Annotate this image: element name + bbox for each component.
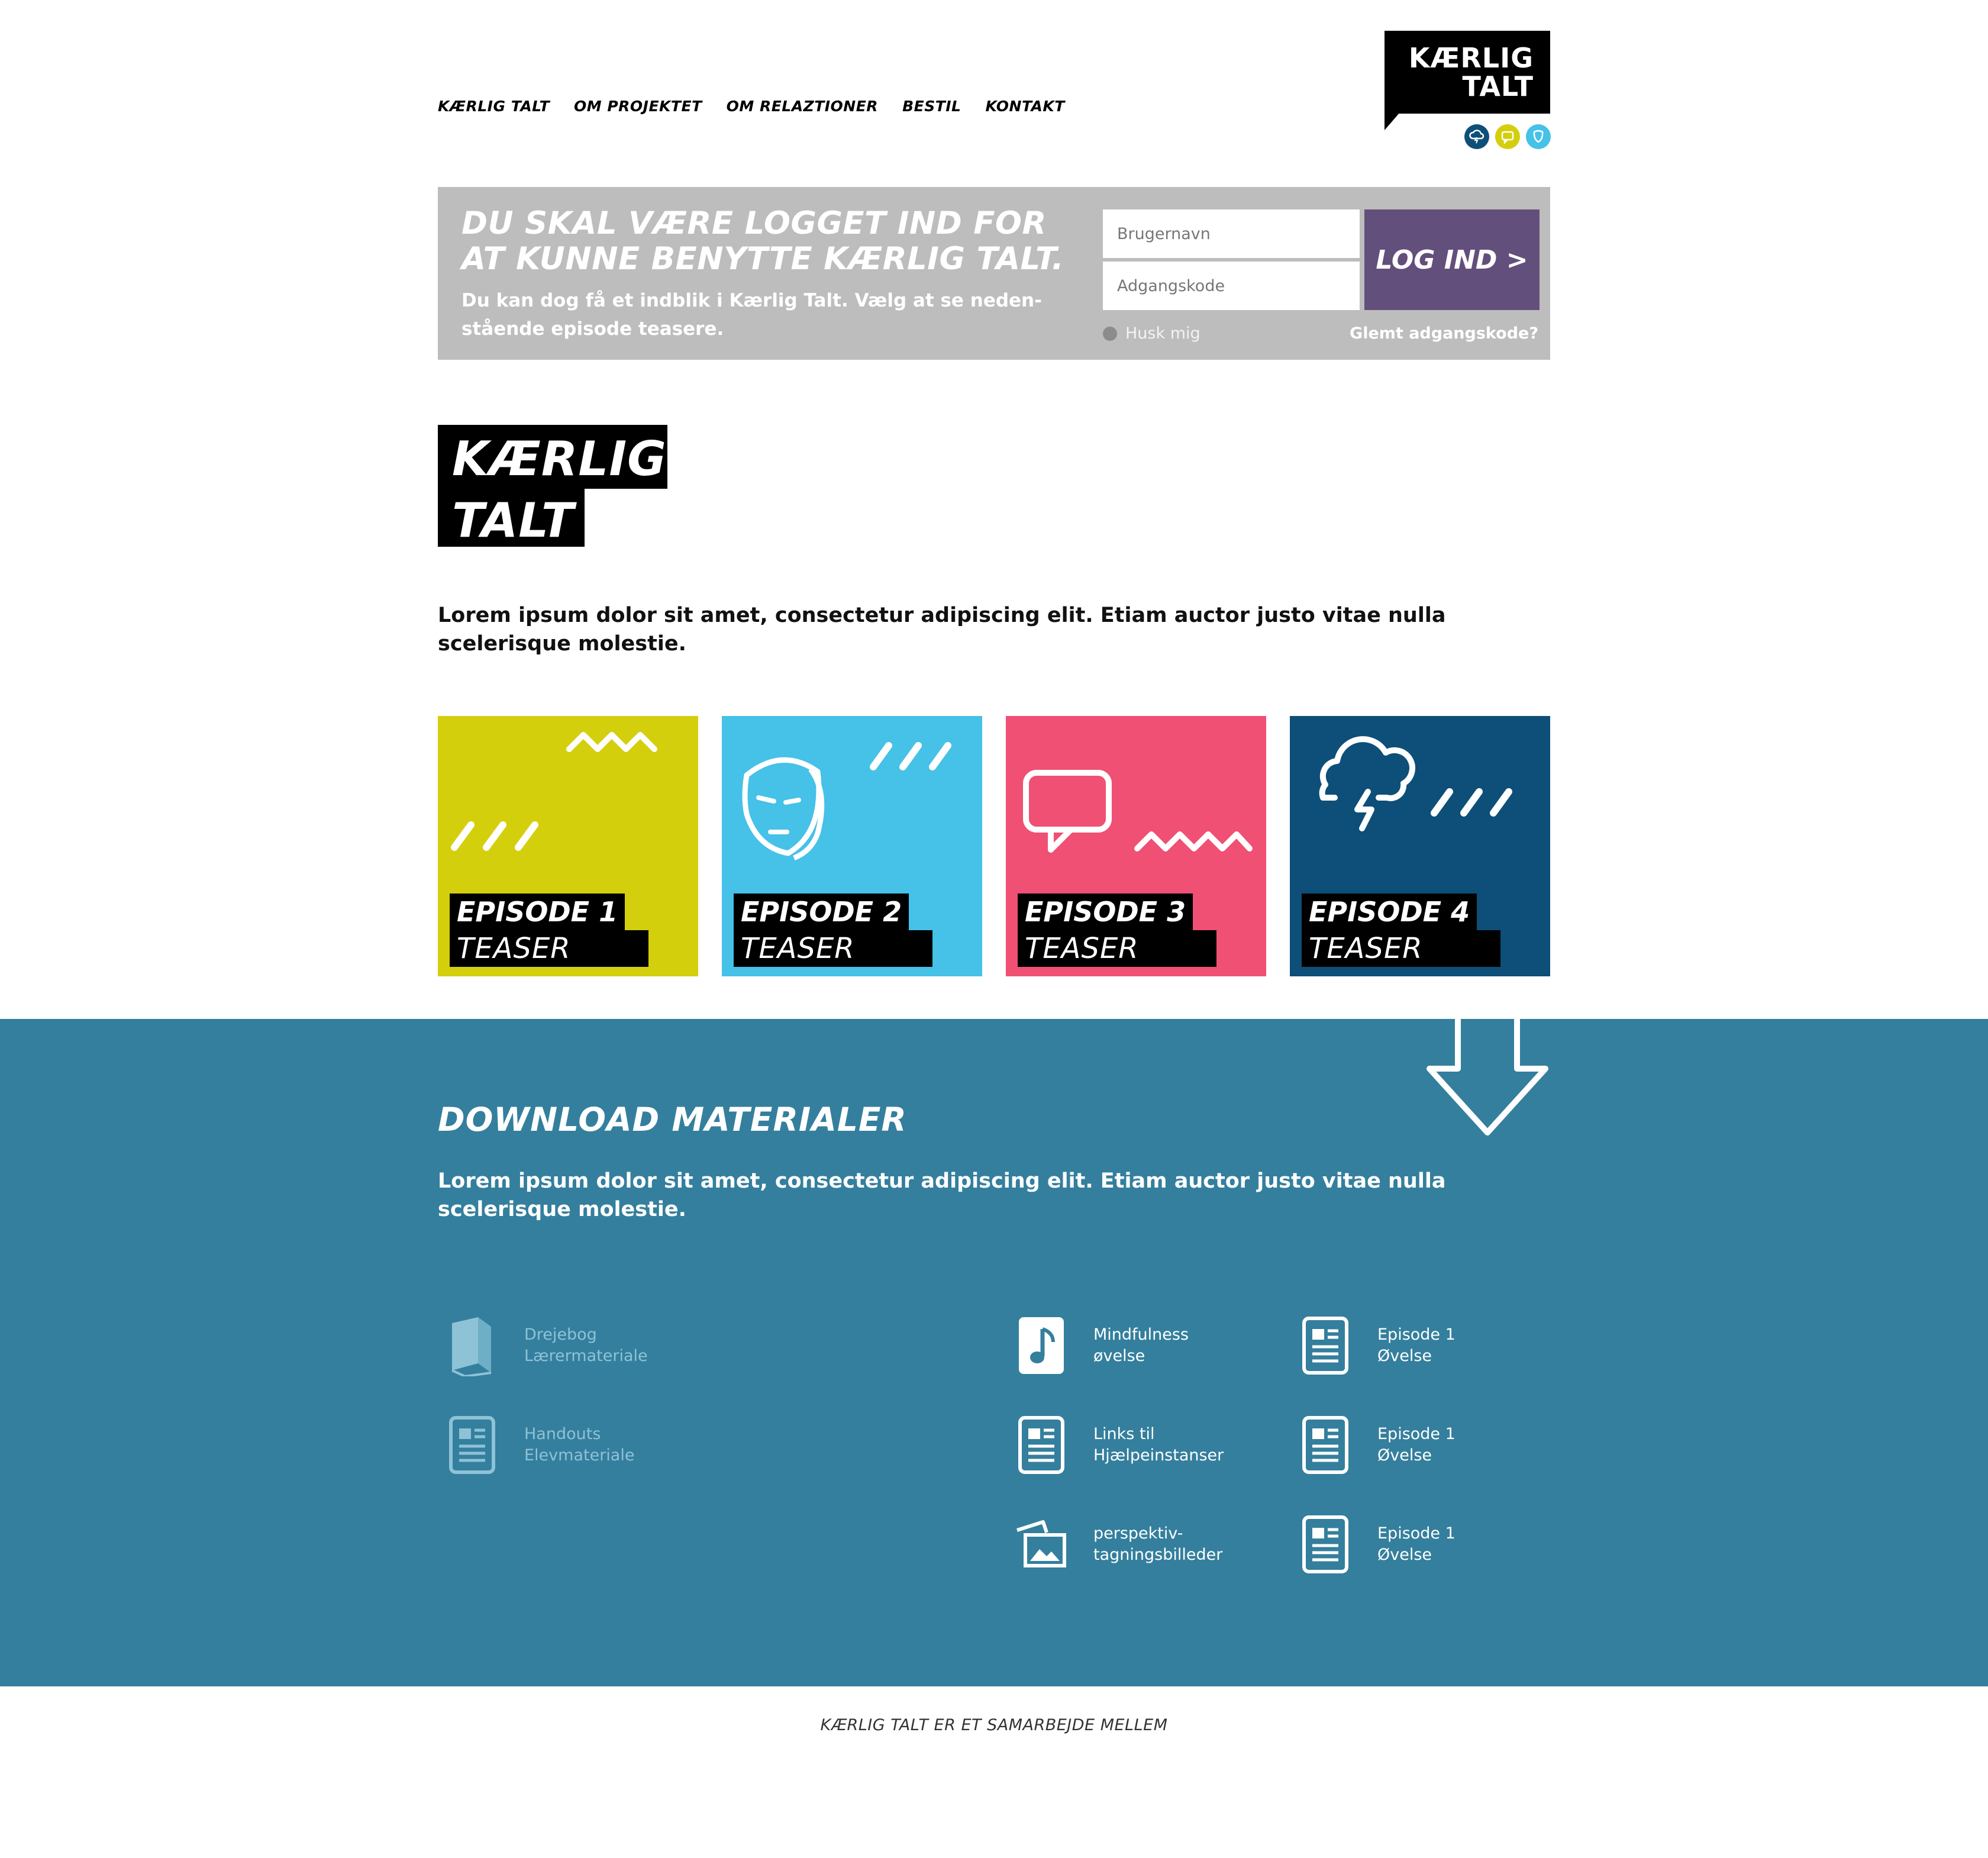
document-icon [1293,1512,1357,1576]
download-arrow-icon [1427,1019,1548,1136]
resource-perspektiv[interactable]: perspektiv- tagningsbilleder [1009,1512,1222,1576]
episode-1-title: EPISODE 1 [450,893,625,930]
resource-perspektiv-line2: tagningsbilleder [1093,1546,1223,1564]
resource-episode-exercise-label: Episode 1 Øvelse [1377,1523,1456,1566]
resource-episode-exercise-line2: Øvelse [1377,1446,1432,1465]
photos-icon [1009,1512,1073,1576]
resource-drejebog-line2: Lærermateriale [524,1347,648,1365]
resource-mindfulness-line1: Mindfulness [1093,1325,1189,1344]
episode-2-tile[interactable]: EPISODE 2 TEASER [722,716,982,976]
mask-icon [1526,124,1551,149]
page: KÆRLIG TALT OM PROJEKTET OM RELAZTIONER … [0,0,1988,1858]
resource-episode-exercise[interactable]: Episode 1 Øvelse [1293,1314,1456,1378]
episode-1-subtitle: TEASER [450,930,648,967]
nav-item-kaerlig-talt[interactable]: KÆRLIG TALT [438,98,550,115]
password-field[interactable] [1103,262,1360,310]
resource-episode-exercise-line1: Episode 1 [1377,1524,1456,1543]
resource-episode-exercise[interactable]: Episode 1 Øvelse [1293,1512,1456,1576]
document-icon [440,1413,504,1477]
forgot-password-link[interactable]: Glemt adgangskode? [1350,324,1538,343]
episode-1-tile[interactable]: EPISODE 1 TEASER [438,716,698,976]
footer-text: KÆRLIG TALT ER ET SAMARBEJDE MELLEM [820,1716,1168,1734]
header-logo-text: KÆRLIG TALT [1409,44,1534,101]
resource-mindfulness-label: Mindfulness øvelse [1093,1324,1189,1367]
resource-mindfulness[interactable]: Mindfulness øvelse [1009,1314,1189,1378]
document-icon [1293,1314,1357,1378]
mask-icon [742,742,951,861]
resource-handouts-label: Handouts Elevmateriale [524,1424,634,1466]
header-logo-tail [1384,112,1400,130]
resource-episode-exercise-line2: Øvelse [1377,1347,1432,1365]
header-logo[interactable]: KÆRLIG TALT [1384,31,1550,114]
resource-drejebog[interactable]: Drejebog Lærermateriale [440,1314,648,1378]
resource-drejebog-line1: Drejebog [524,1325,597,1344]
nav-item-om-projektet[interactable]: OM PROJEKTET [574,98,702,115]
resource-perspektiv-label: perspektiv- tagningsbilleder [1093,1523,1222,1566]
download-section: DOWNLOAD MATERIALER Lorem ipsum dolor si… [0,1019,1988,1686]
remember-me-radio[interactable] [1103,326,1117,341]
episode-3-subtitle: TEASER [1018,930,1216,967]
main-logo-line1: KÆRLIG [452,431,667,486]
episode-2-title: EPISODE 2 [734,893,909,930]
music-note-icon [1009,1314,1073,1378]
resource-handouts-line1: Handouts [524,1425,601,1443]
resource-links-line2: Hjælpeinstanser [1093,1446,1224,1465]
speech-bubble-icon [1023,770,1253,853]
resource-links-line1: Links til [1093,1425,1155,1443]
episode-2-subtitle: TEASER [734,930,932,967]
login-button[interactable]: LOG IND > [1364,209,1540,310]
resource-episode-exercise-line1: Episode 1 [1377,1425,1456,1443]
remember-me-toggle[interactable]: Husk mig [1103,324,1200,343]
intro-text: Lorem ipsum dolor sit amet, consectetur … [438,604,1446,656]
login-panel: DU SKAL VÆRE LOGGET IND FOR AT KUNNE BEN… [438,187,1550,360]
episode-4-title: EPISODE 4 [1302,893,1477,930]
login-heading: DU SKAL VÆRE LOGGET IND FOR AT KUNNE BEN… [462,205,1064,277]
zigzag-icon [451,732,657,851]
cloud-storm-icon [1319,736,1512,831]
resource-handouts[interactable]: Handouts Elevmateriale [440,1413,634,1477]
remember-me-label: Husk mig [1125,324,1200,343]
resource-episode-exercise-line1: Episode 1 [1377,1325,1456,1344]
resource-perspektiv-line1: perspektiv- [1093,1524,1183,1543]
book-icon [440,1314,504,1378]
header-logo-line1: KÆRLIG [1408,42,1534,74]
resource-mindfulness-line2: øvelse [1093,1347,1145,1365]
download-title: DOWNLOAD MATERIALER [438,1101,907,1138]
episode-4-tile[interactable]: EPISODE 4 TEASER [1290,716,1550,976]
document-icon [1293,1413,1357,1477]
resource-drejebog-label: Drejebog Lærermateriale [524,1324,648,1367]
main-nav: KÆRLIG TALT OM PROJEKTET OM RELAZTIONER … [438,98,1065,115]
episode-3-tile[interactable]: EPISODE 3 TEASER [1006,716,1266,976]
speech-bubble-icon [1495,124,1520,149]
nav-item-bestil[interactable]: BESTIL [902,98,961,115]
cloud-storm-icon [1464,124,1489,149]
username-field[interactable] [1103,209,1360,258]
resource-handouts-line2: Elevmateriale [524,1446,635,1465]
resource-episode-exercise-line2: Øvelse [1377,1546,1432,1564]
header-logo-line2: TALT [1462,70,1534,102]
resource-links[interactable]: Links til Hjælpeinstanser [1009,1413,1224,1477]
nav-item-om-relaztioner[interactable]: OM RELAZTIONER [727,98,878,115]
resource-links-label: Links til Hjælpeinstanser [1093,1424,1224,1466]
episode-3-title: EPISODE 3 [1018,893,1193,930]
episode-4-subtitle: TEASER [1302,930,1500,967]
main-logo-line2: TALT [452,493,575,548]
resource-episode-exercise-label: Episode 1 Øvelse [1377,1424,1456,1466]
resource-episode-exercise[interactable]: Episode 1 Øvelse [1293,1413,1456,1477]
nav-item-kontakt[interactable]: KONTAKT [986,98,1065,115]
header-icon-row [1464,124,1551,149]
document-icon [1009,1413,1073,1477]
main-logo: KÆRLIG TALT [452,428,667,551]
resource-episode-exercise-label: Episode 1 Øvelse [1377,1324,1456,1367]
login-subtext: Du kan dog få et indblik i Kærlig Talt. … [462,290,1042,340]
download-text: Lorem ipsum dolor sit amet, consectetur … [438,1169,1446,1221]
